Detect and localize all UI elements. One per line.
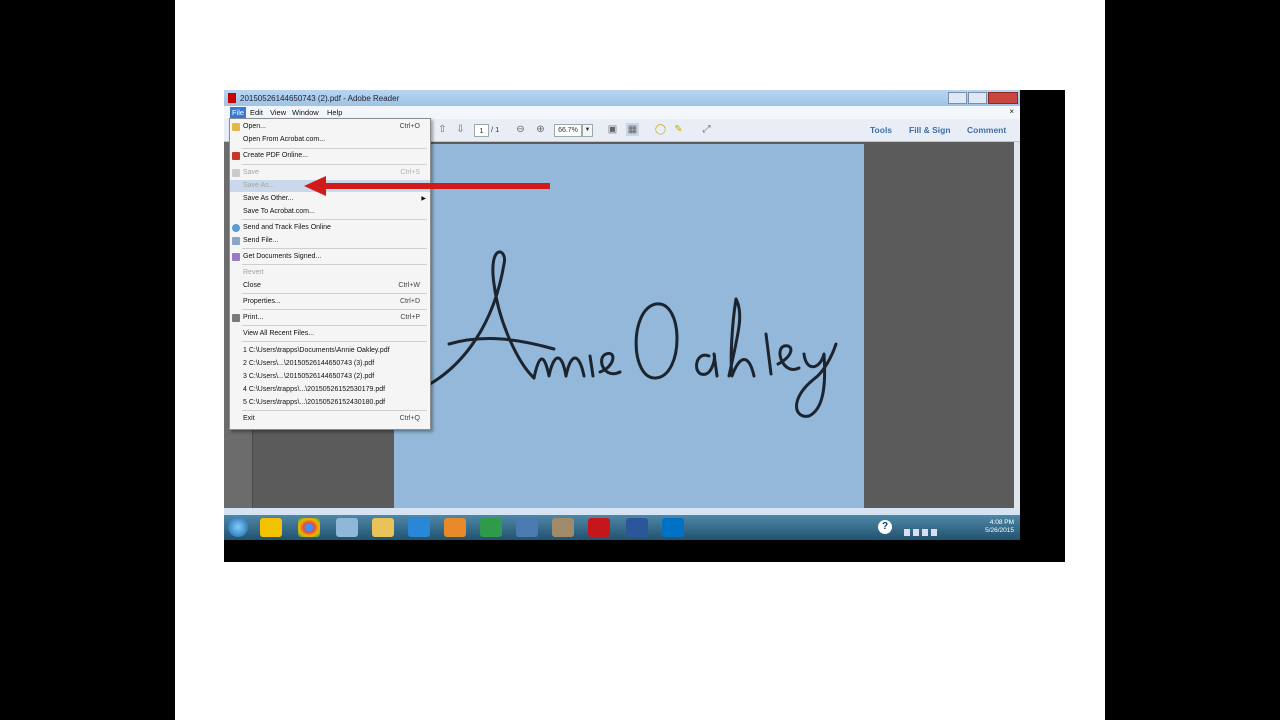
fill-sign-pane-button[interactable]: Fill & Sign xyxy=(909,125,951,135)
menu-item-open[interactable]: Open... Ctrl+O xyxy=(230,121,430,133)
minimize-button[interactable] xyxy=(948,92,967,104)
recent-file-item[interactable]: 3 C:\Users\...\20150526144650743 (2).pdf xyxy=(230,371,430,383)
finance-app-taskbar-icon[interactable] xyxy=(480,518,502,537)
menu-item-properties[interactable]: Properties... Ctrl+D xyxy=(230,296,430,308)
pdf-page xyxy=(394,144,864,508)
menu-item-view-all-recent[interactable]: View All Recent Files... xyxy=(230,328,430,340)
media-player-taskbar-icon[interactable] xyxy=(444,518,466,537)
menu-item-get-documents-signed[interactable]: Get Documents Signed... xyxy=(230,251,430,263)
menu-separator xyxy=(242,293,427,294)
menu-separator xyxy=(242,325,427,326)
window-controls xyxy=(948,92,1018,104)
chrome-taskbar-icon[interactable] xyxy=(298,518,320,537)
title-bar: 20150526144650743 (2).pdf - Adobe Reader xyxy=(224,90,1020,106)
start-button-icon[interactable] xyxy=(228,517,248,537)
menu-item-open-from-acrobat[interactable]: Open From Acrobat.com... xyxy=(230,134,430,146)
clock-date: 5/26/2015 xyxy=(985,527,1014,534)
menu-file[interactable]: File xyxy=(230,107,247,118)
network-icon[interactable] xyxy=(913,529,919,536)
annotation-arrow-icon xyxy=(304,176,550,196)
menu-separator xyxy=(242,341,427,342)
close-window-button[interactable] xyxy=(988,92,1018,104)
windows-taskbar: ? 4:08 PM 5/26/2015 xyxy=(224,515,1020,540)
outlook-taskbar-icon[interactable] xyxy=(662,518,684,537)
menu-item-print[interactable]: Print... Ctrl+P xyxy=(230,312,430,324)
sign-document-icon xyxy=(232,253,240,261)
open-folder-icon xyxy=(232,123,240,131)
internet-explorer-taskbar-icon[interactable] xyxy=(408,518,430,537)
highlight-icon[interactable]: ✎ xyxy=(672,123,685,136)
menu-separator xyxy=(242,264,427,265)
zoom-in-icon[interactable]: ⊕ xyxy=(534,123,547,136)
menu-edit[interactable]: Edit xyxy=(250,108,263,117)
menu-separator xyxy=(242,148,427,149)
zoom-out-icon[interactable]: ⊖ xyxy=(514,123,527,136)
recent-file-item[interactable]: 1 C:\Users\trapps\Documents\Annie Oakley… xyxy=(230,345,430,357)
menu-item-send-file[interactable]: Send File... xyxy=(230,235,430,247)
file-explorer-taskbar-icon[interactable] xyxy=(372,518,394,537)
vertical-scrollbar[interactable] xyxy=(1014,142,1020,510)
clock-time: 4:08 PM xyxy=(989,519,1014,526)
printer-icon xyxy=(232,314,240,322)
network-app-taskbar-icon[interactable] xyxy=(516,518,538,537)
system-clock[interactable]: 4:08 PM 5/26/2015 xyxy=(985,519,1014,535)
pdf-app-icon xyxy=(228,93,236,103)
volume-icon[interactable] xyxy=(931,529,937,536)
zoom-field[interactable]: 66.7% xyxy=(554,124,582,137)
adobe-reader-window: 20150526144650743 (2).pdf - Adobe Reader… xyxy=(224,90,1020,540)
menu-item-save-to-acrobat[interactable]: Save To Acrobat.com... xyxy=(230,206,430,218)
create-pdf-icon xyxy=(232,152,240,160)
menu-separator xyxy=(242,309,427,310)
word-taskbar-icon[interactable] xyxy=(626,518,648,537)
menu-item-create-pdf-online[interactable]: Create PDF Online... xyxy=(230,150,430,162)
menu-view[interactable]: View xyxy=(270,108,286,117)
menu-help[interactable]: Help xyxy=(327,108,342,117)
skype-taskbar-icon[interactable] xyxy=(260,518,282,537)
menu-item-send-and-track[interactable]: Send and Track Files Online xyxy=(230,222,430,234)
menu-separator xyxy=(242,410,427,411)
zoom-dropdown-icon[interactable]: ▼ xyxy=(582,124,593,137)
menu-item-close[interactable]: Close Ctrl+W xyxy=(230,280,430,292)
maximize-button[interactable] xyxy=(968,92,987,104)
signal-icon[interactable] xyxy=(922,529,928,536)
app-taskbar-icon[interactable] xyxy=(336,518,358,537)
page-number-input[interactable]: 1 xyxy=(474,124,489,137)
fit-page-icon[interactable]: ▣ xyxy=(606,123,619,136)
fit-width-icon[interactable]: ▦ xyxy=(626,123,639,136)
recent-file-item[interactable]: 5 C:\Users\trapps\...\20150526152430180.… xyxy=(230,397,430,409)
comment-pane-button[interactable]: Comment xyxy=(967,125,1006,135)
send-file-icon xyxy=(232,237,240,245)
app-taskbar-icon[interactable] xyxy=(552,518,574,537)
recent-file-item[interactable]: 4 C:\Users\trapps\...\20150526152530179.… xyxy=(230,384,430,396)
adobe-reader-taskbar-icon[interactable] xyxy=(588,518,610,537)
menu-item-revert[interactable]: Revert xyxy=(230,267,430,279)
save-disk-icon xyxy=(232,169,240,177)
flag-icon[interactable] xyxy=(904,529,910,536)
close-document-icon[interactable]: × xyxy=(1009,107,1014,116)
screenshot-frame: 20150526144650743 (2).pdf - Adobe Reader… xyxy=(224,90,1065,562)
previous-page-icon[interactable]: ⇧ xyxy=(436,123,449,136)
window-title: 20150526144650743 (2).pdf - Adobe Reader xyxy=(240,94,400,103)
next-page-icon[interactable]: ⇩ xyxy=(454,123,467,136)
file-menu: Open... Ctrl+O Open From Acrobat.com... … xyxy=(229,118,431,430)
menu-separator xyxy=(242,219,427,220)
tools-pane-button[interactable]: Tools xyxy=(870,125,892,135)
menu-item-exit[interactable]: Exit Ctrl+Q xyxy=(230,413,430,425)
sticky-note-icon[interactable]: ◯ xyxy=(654,123,667,136)
signature-image xyxy=(428,250,838,418)
system-tray-icons[interactable] xyxy=(904,523,964,536)
help-icon[interactable]: ? xyxy=(878,520,892,534)
menu-separator xyxy=(242,164,427,165)
recent-file-item[interactable]: 2 C:\Users\...\20150526144650743 (3).pdf xyxy=(230,358,430,370)
menu-window[interactable]: Window xyxy=(292,108,319,117)
expand-icon[interactable]: ⤢ xyxy=(700,123,713,136)
send-track-icon xyxy=(232,224,240,232)
page-total: / 1 xyxy=(491,125,500,134)
menu-separator xyxy=(242,248,427,249)
